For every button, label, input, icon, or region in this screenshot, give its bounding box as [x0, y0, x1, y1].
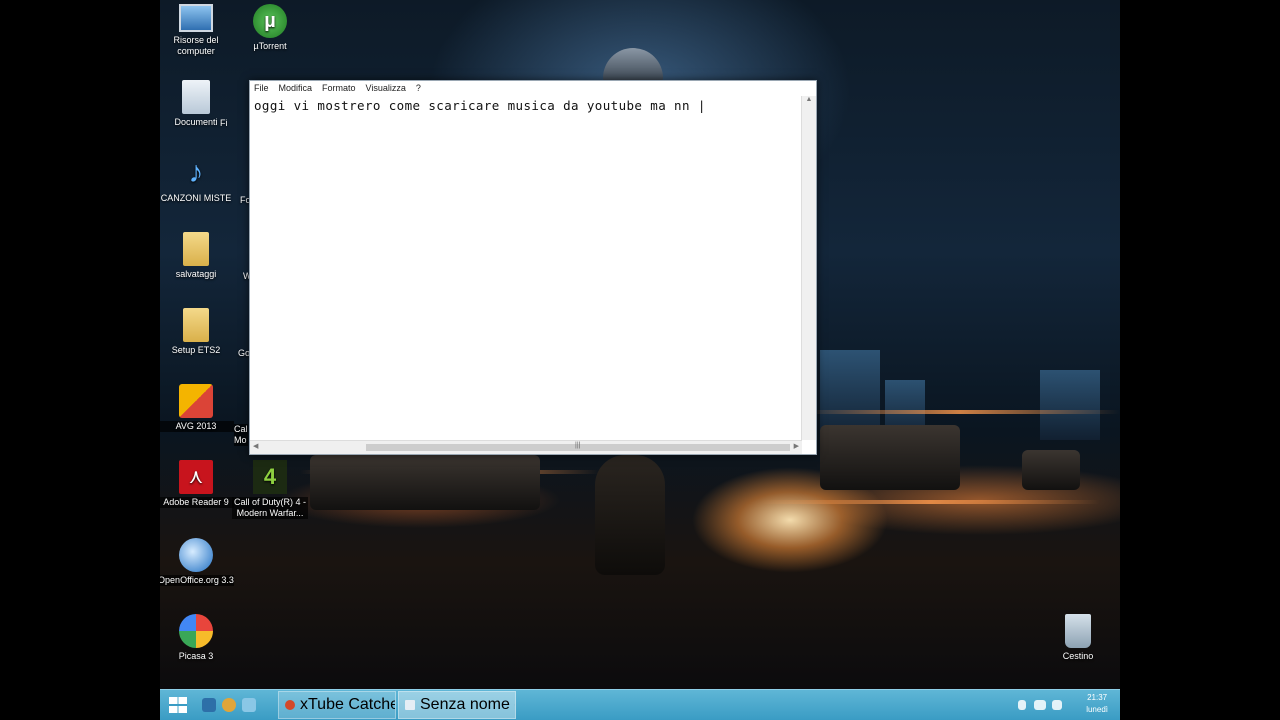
vertical-scrollbar[interactable]: ▲ — [801, 96, 816, 440]
network-icon[interactable] — [1034, 700, 1046, 710]
cod4-icon: 4 — [253, 460, 287, 494]
music-note-icon: ♪ — [188, 156, 204, 189]
wallpaper-tank — [1022, 450, 1080, 490]
picasa-desktop-icon[interactable]: Picasa 3 — [160, 614, 234, 662]
openoffice-desktop-icon[interactable]: OpenOffice.org 3.3 — [160, 538, 234, 586]
folder-icon — [183, 308, 209, 342]
picasa-icon — [179, 614, 213, 648]
recycle-bin-desktop-icon[interactable]: Cestino — [1040, 614, 1116, 662]
notepad-window: File Modifica Formato Visualizza ? ▲ ◀ |… — [249, 80, 817, 455]
partial-icon-label[interactable]: Fi — [220, 118, 250, 129]
taskbar-button-xtube-catcher[interactable]: xTube Catcher 2... — [278, 691, 396, 719]
horizontal-scrollbar[interactable]: ◀ ||| ▶ — [250, 440, 802, 454]
cod4-desktop-icon[interactable]: 4 Call of Duty(R) 4 - Modern Warfar... — [232, 460, 308, 519]
folder-icon — [183, 232, 209, 266]
wallpaper-light-streak — [760, 500, 1100, 504]
menu-file[interactable]: File — [254, 83, 269, 93]
notepad-text-area[interactable] — [252, 96, 800, 440]
volume-icon[interactable] — [1052, 700, 1062, 710]
show-hidden-icons-icon[interactable] — [1018, 700, 1026, 710]
menu-help[interactable]: ? — [416, 83, 421, 93]
wallpaper-soldier — [595, 455, 665, 575]
scroll-grip-icon: ||| — [575, 442, 581, 449]
salvataggi-desktop-icon[interactable]: salvataggi — [160, 232, 234, 280]
chrome-pinned-icon[interactable] — [222, 698, 236, 712]
recycle-bin-icon — [1065, 614, 1091, 648]
scroll-right-icon[interactable]: ▶ — [794, 442, 799, 450]
taskbar: xTube Catcher 2... Senza nome - Bl... 21… — [160, 689, 1120, 720]
clock[interactable]: 21:37 lunedì — [1086, 692, 1108, 716]
menu-formato[interactable]: Formato — [322, 83, 356, 93]
menu-visualizza[interactable]: Visualizza — [366, 83, 406, 93]
menu-modifica[interactable]: Modifica — [279, 83, 313, 93]
partial-icon-label[interactable]: Cal Mo — [234, 424, 248, 446]
utorrent-icon: µ — [253, 4, 287, 38]
media-pinned-icon[interactable] — [242, 698, 256, 712]
avg-desktop-icon[interactable]: AVG 2013 — [160, 384, 234, 432]
menu-bar: File Modifica Formato Visualizza ? — [250, 81, 816, 95]
wallpaper-light-streak — [800, 410, 1120, 414]
avg-icon — [179, 384, 213, 418]
system-tray: 21:37 lunedì — [1010, 690, 1120, 720]
wallpaper-building — [1040, 370, 1100, 440]
canzoni-desktop-icon[interactable]: ♪ CANZONI MISTE — [160, 156, 234, 204]
scroll-left-icon[interactable]: ◀ — [253, 442, 258, 450]
wallpaper-tank — [820, 425, 960, 490]
adobe-reader-icon: ⋏ — [179, 460, 213, 494]
setup-ets2-desktop-icon[interactable]: Setup ETS2 — [160, 308, 234, 356]
adobe-reader-desktop-icon[interactable]: ⋏ Adobe Reader 9 — [160, 460, 234, 508]
explorer-pinned-icon[interactable] — [202, 698, 216, 712]
utorrent-desktop-icon[interactable]: µ µTorrent — [232, 4, 308, 52]
xtube-catcher-icon — [285, 700, 295, 710]
windows-logo-icon — [169, 697, 187, 713]
openoffice-icon — [179, 538, 213, 572]
wallpaper-vehicle — [310, 455, 540, 510]
start-button[interactable] — [162, 690, 194, 720]
scroll-up-icon[interactable]: ▲ — [802, 96, 816, 103]
computer-desktop-icon[interactable]: Risorse del computer — [160, 4, 234, 57]
computer-icon — [179, 4, 213, 32]
wallpaper-helmet — [603, 48, 663, 82]
notepad-icon — [405, 700, 415, 710]
taskbar-button-notepad[interactable]: Senza nome - Bl... — [398, 691, 516, 719]
documents-icon — [182, 80, 210, 114]
